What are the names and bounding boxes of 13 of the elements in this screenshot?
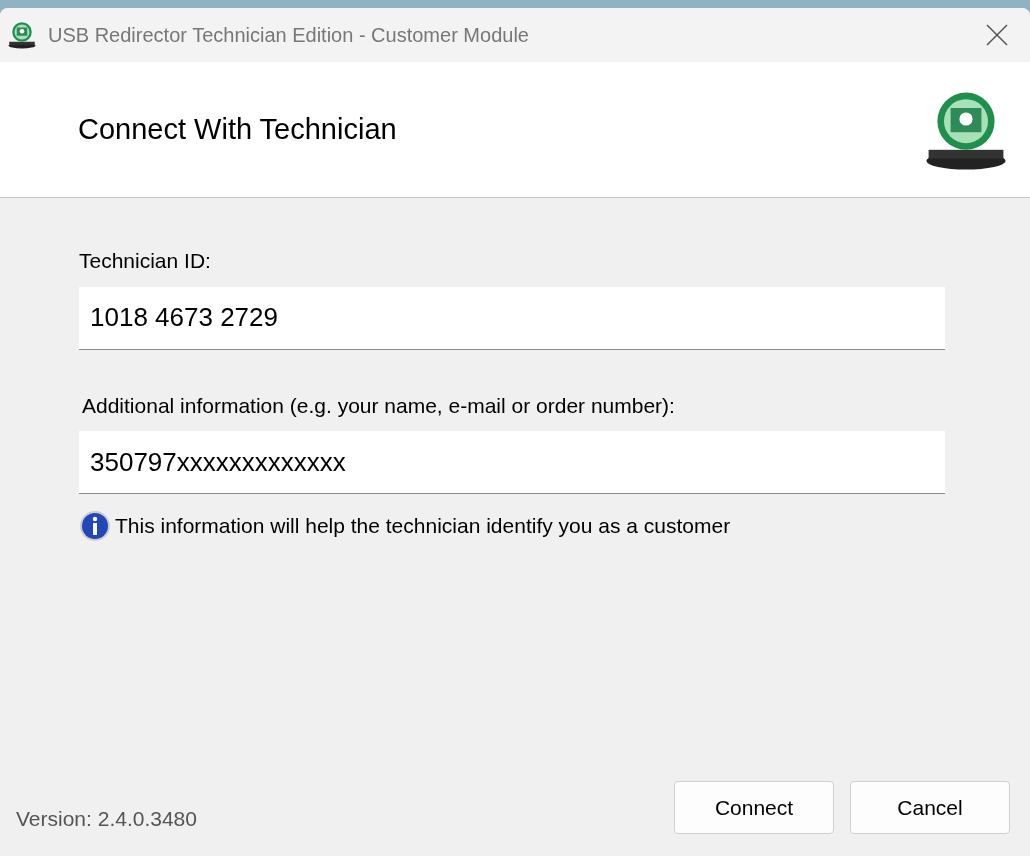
info-icon	[79, 510, 111, 542]
field-label: Technician ID:	[79, 248, 212, 274]
window-title: USB Redirector Technician Edition - Customer Module	[48, 23, 529, 48]
connect-button[interactable]: Connect	[674, 781, 834, 834]
field-label: Additional information (e.g. your name, e-mail or order number):	[81, 392, 676, 419]
input-field[interactable]: 1018 4673 2729	[79, 286, 945, 350]
cancel-button[interactable]: Cancel	[850, 781, 1010, 834]
close-icon	[986, 24, 1008, 46]
hint-text: This information will help the technician identify you as a customer	[115, 513, 731, 540]
input-field[interactable]: 350797xxxxxxxxxxxxx	[79, 431, 945, 494]
header-title: Connect With Technician	[78, 111, 397, 147]
app-icon	[7, 20, 37, 50]
version-text: Version: 2.4.0.3480	[16, 805, 197, 832]
